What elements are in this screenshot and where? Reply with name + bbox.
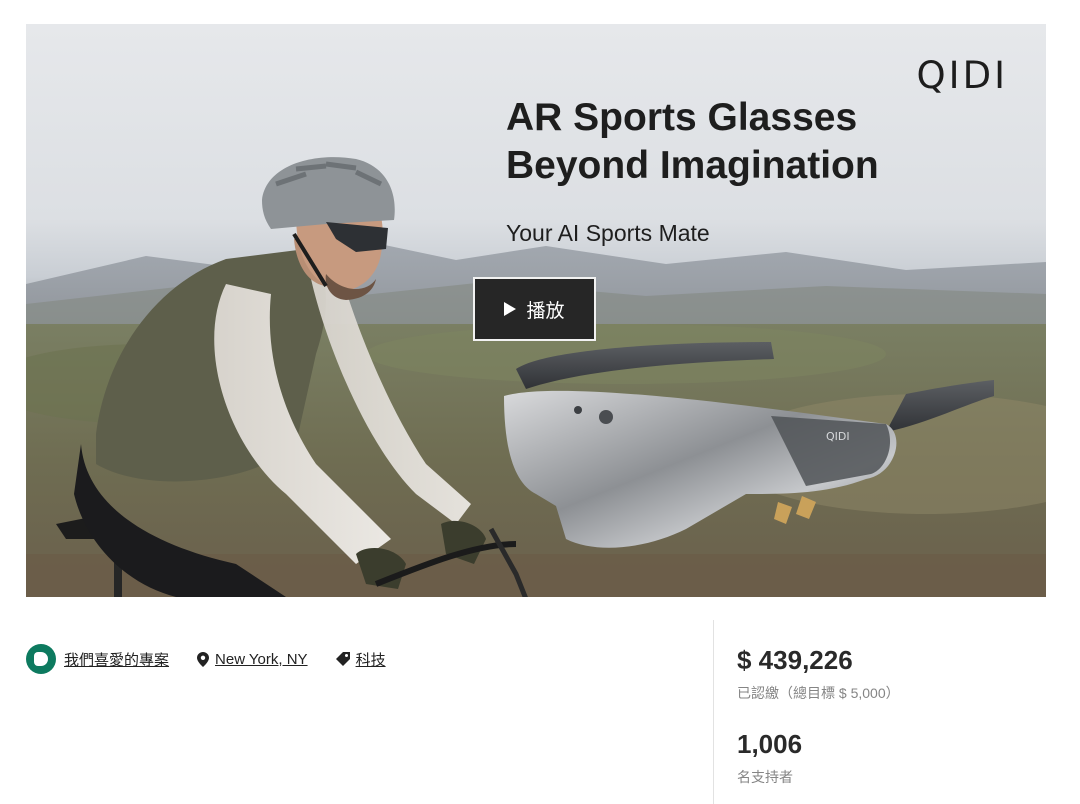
tag-icon [335, 652, 350, 666]
headline-line-1: AR Sports Glasses [506, 96, 858, 139]
hero-video[interactable]: QIDI QIDI AR Sports Glasses Beyond Imagi… [26, 24, 1046, 597]
backers-count: 1,006 [737, 729, 803, 759]
pledged-amount: $ 439,226 [737, 645, 853, 675]
play-button-label: 播放 [526, 300, 565, 322]
projects-we-love-link[interactable]: 我們喜愛的專案 [64, 649, 169, 670]
category-link[interactable]: 科技 [356, 649, 386, 670]
hero-headline: AR Sports Glasses Beyond Imagination [506, 94, 986, 190]
play-icon [504, 302, 517, 316]
pledged-goal-text: 已認繳（總目標 $ 5,000） [737, 685, 900, 701]
hero-tagline: Your AI Sports Mate [506, 220, 710, 246]
backers-label: 名支持者 [737, 769, 793, 785]
location-link[interactable]: New York, NY [215, 651, 308, 668]
project-meta: 我們喜愛的專案 New York, NY 科技 [26, 644, 386, 674]
brand-logo: QIDI [916, 54, 1008, 97]
sidebar-divider [713, 620, 714, 804]
headline-line-2: Beyond Imagination [506, 144, 879, 187]
glasses-logo: QIDI [826, 430, 850, 443]
map-pin-icon [197, 651, 210, 667]
play-button[interactable]: 播放 [473, 277, 596, 341]
projects-we-love-icon [26, 644, 56, 674]
